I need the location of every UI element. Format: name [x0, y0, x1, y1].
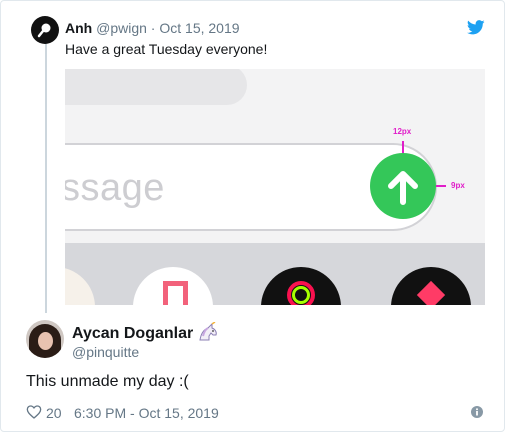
spacing-guide-vertical [402, 141, 404, 153]
activity-ring-inner-icon [292, 286, 310, 304]
like-heart-icon[interactable] [26, 404, 42, 420]
music-note-stem [183, 281, 188, 305]
spacing-top-label: 12px [393, 127, 412, 136]
message-placeholder: ssage [65, 167, 165, 209]
quoted-tweet-text: Have a great Tuesday everyone! [65, 41, 268, 57]
avatar-face [38, 332, 53, 350]
author-handle[interactable]: @pinquitte [72, 343, 139, 361]
spacing-right-label: 9px [451, 181, 465, 190]
thread-line [45, 39, 47, 313]
message-bubble [65, 69, 247, 105]
twitter-bird-icon[interactable] [467, 20, 485, 35]
quoted-author-name[interactable]: Anh [65, 20, 92, 36]
tweet-timestamp[interactable]: 6:30 PM - Oct 15, 2019 [74, 404, 219, 422]
avatar-logo-icon [37, 23, 51, 38]
meta-separator: · [146, 20, 160, 36]
spacing-guide-horizontal [436, 185, 446, 187]
unicorn-emoji [199, 322, 217, 341]
like-count[interactable]: 20 [46, 404, 62, 422]
info-icon[interactable] [471, 406, 483, 418]
quoted-author-avatar[interactable] [31, 16, 59, 44]
quoted-date[interactable]: Oct 15, 2019 [159, 20, 239, 36]
quoted-author-handle[interactable]: @pwign [96, 20, 147, 36]
quoted-tweet-image[interactable]: ssage 12px 9px [65, 69, 485, 305]
author-avatar[interactable] [26, 320, 64, 358]
tweet-text: This unmade my day :( [26, 373, 189, 390]
author-name[interactable]: Aycan Doganlar [72, 324, 193, 344]
embedded-tweet-card: Anh @pwign · Oct 15, 2019 Have a great T… [0, 0, 505, 432]
send-arrow-icon [388, 171, 418, 205]
quoted-tweet-header: Anh @pwign · Oct 15, 2019 [65, 19, 240, 37]
send-button-mock [370, 153, 436, 219]
